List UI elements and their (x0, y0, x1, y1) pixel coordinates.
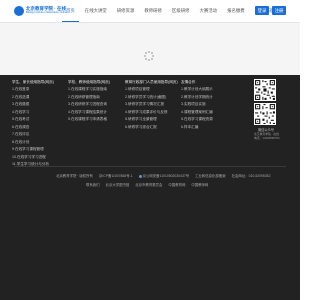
loading-spinner-icon (144, 51, 154, 61)
friend-link[interactable]: 中国教育网 (168, 182, 185, 187)
contact-phone: 电话：13436895752 (254, 135, 280, 140)
footer-divider (14, 166, 286, 167)
police-badge-icon (138, 174, 142, 178)
footer-link[interactable]: 4.在线学习课程结果统计 (68, 109, 110, 117)
footer-link[interactable]: 9.在线学习课程管理 (12, 146, 54, 154)
footer-link[interactable]: 3.在线缴费 (12, 101, 54, 109)
footer-link[interactable]: 2.在线选课 (12, 94, 54, 102)
footer-column-title: 学校、教师使用指导(网页) (68, 80, 110, 84)
footer-link[interactable]: 4.研修学习成果评价与反馈 (125, 109, 178, 117)
main-nav: 首页 在线大讲堂 研修资源 教师研修 区级研修 大赛活动 报名缴费 政策资讯 (62, 0, 278, 22)
footer-link[interactable]: 2.研修学员学习统计(截图) (125, 94, 178, 102)
police-record-text: 京公网安备11010502030437号 (142, 174, 190, 178)
footer-link[interactable]: 3.在线研修学习进程查询 (68, 101, 110, 109)
qr-code-block: 微信公众号 北京教育学院 · 在线 电话：13436895752 (254, 79, 280, 140)
nav-item-enrollment[interactable]: 报名缴费 (223, 0, 249, 22)
footer-link[interactable]: 5.在线考试 (12, 116, 54, 124)
footer-link[interactable]: 6.研修学习综合汇报 (125, 124, 178, 132)
footer-link[interactable]: 2.在线研修管理指南 (68, 94, 110, 102)
main-content-area (0, 23, 300, 75)
footer-legal-row: 北京教育学院 · 版权所有 京ICP备11007868号-1 京公网安备1101… (56, 173, 276, 178)
footer-column-title: 友情合作 (181, 80, 196, 84)
footer-link[interactable]: 5.研修学习全景管理 (125, 116, 178, 124)
footer-link[interactable]: 4.课程管理案例汇编 (181, 109, 213, 117)
footer-link[interactable]: 1.研修项目管理 (125, 86, 178, 94)
footer-link[interactable]: 1.在线课程学习实施指南 (68, 86, 110, 94)
logo-english-name: Beijing Institute of Education Online (26, 11, 67, 15)
footer-link[interactable]: 1.教学计划大纲展示 (181, 86, 213, 94)
footer-column-schools: 学校、教师使用指导(网页) 1.在线课程学习实施指南 2.在线研修管理指南 3.… (68, 78, 110, 124)
footer-link[interactable]: 3.研修学员学习情况汇报 (125, 101, 178, 109)
register-button[interactable]: 注册 (272, 6, 286, 15)
nav-item-teacher-training[interactable]: 教师研修 (140, 0, 166, 22)
nav-item-home[interactable]: 首页 (62, 0, 79, 22)
footer-column-students: 学生、家长使用指导(网页) 1.在线登录 2.在线选课 3.在线缴费 4.在线学… (12, 78, 54, 169)
nav-item-resources[interactable]: 研修资源 (113, 0, 139, 22)
service-phone: 社会网址：010-52095352 (231, 174, 271, 178)
nav-item-contests[interactable]: 大赛活动 (196, 0, 222, 22)
footer-link[interactable]: 6.样本汇编 (181, 124, 213, 132)
footer-column-title: 学生、家长使用指导(网页) (12, 80, 54, 84)
footer-link[interactable]: 5.在线课程学习申请表格 (68, 116, 110, 124)
friend-link[interactable]: 北京大学图书馆 (106, 182, 130, 187)
footer-column-administration: 教育行政部门人员使用指导(网页) 1.研修项目管理 2.研修学员学习统计(截图)… (125, 78, 178, 131)
footer-link[interactable]: 4.在线学习 (12, 109, 54, 117)
nav-item-lectures[interactable]: 在线大讲堂 (81, 0, 111, 22)
friend-link[interactable]: 中国教师网 (191, 182, 208, 187)
auth-buttons: 登录 注册 (252, 6, 286, 15)
copyright-text: 北京教育学院 · 版权所有 (56, 174, 93, 178)
police-record-link[interactable]: 京公网安备11010502030437号 (138, 173, 190, 178)
footer-link[interactable]: 10.在线学习学习进程 (12, 154, 54, 162)
login-button[interactable]: 登录 (255, 6, 269, 15)
footer-link[interactable]: 1.在线登录 (12, 86, 54, 94)
app-qr-code-icon (254, 103, 276, 125)
footer-column-partners: 友情合作 1.教学计划大纲展示 2.教学计划学期统计 3.实践项目实施 4.课程… (181, 78, 213, 131)
footer-link[interactable]: 3.实践项目实施 (181, 101, 213, 109)
nav-item-district-training[interactable]: 区级研修 (168, 0, 194, 22)
icp-record-link[interactable]: 京ICP备11007868号-1 (99, 173, 133, 178)
wechat-qr-code-icon (254, 79, 276, 101)
site-footer: 学生、家长使用指导(网页) 1.在线登录 2.在线选课 3.在线缴费 4.在线学… (0, 75, 300, 300)
footer-link[interactable]: 8.在线计划 (12, 139, 54, 147)
footer-link[interactable]: 11.学生学习统计与分析 (12, 161, 54, 169)
site-logo[interactable]: 北京教育学院 · 在线 Beijing Institute of Educati… (14, 5, 67, 17)
footer-link[interactable]: 5.在线学习课程资源 (181, 116, 213, 124)
footer-link[interactable]: 6.在线调查 (12, 124, 54, 132)
friend-link[interactable]: 北京市教育委员会 (135, 182, 162, 187)
friend-link[interactable]: 联系我们 (86, 182, 100, 187)
miit-record-link[interactable]: 工业和信息化部备案 (195, 173, 226, 178)
top-navigation-bar: 北京教育学院 · 在线 Beijing Institute of Educati… (0, 0, 300, 23)
footer-friend-links: 联系我们 北京大学图书馆 北京市教育委员会 中国教育网 中国教师网 (86, 182, 214, 187)
logo-emblem-icon (14, 6, 24, 16)
footer-link[interactable]: 2.教学计划学期统计 (181, 94, 213, 102)
logo-text: 北京教育学院 · 在线 Beijing Institute of Educati… (26, 6, 67, 15)
footer-column-title: 教育行政部门人员使用指导(网页) (125, 80, 178, 84)
footer-link[interactable]: 7.在线评议 (12, 131, 54, 139)
